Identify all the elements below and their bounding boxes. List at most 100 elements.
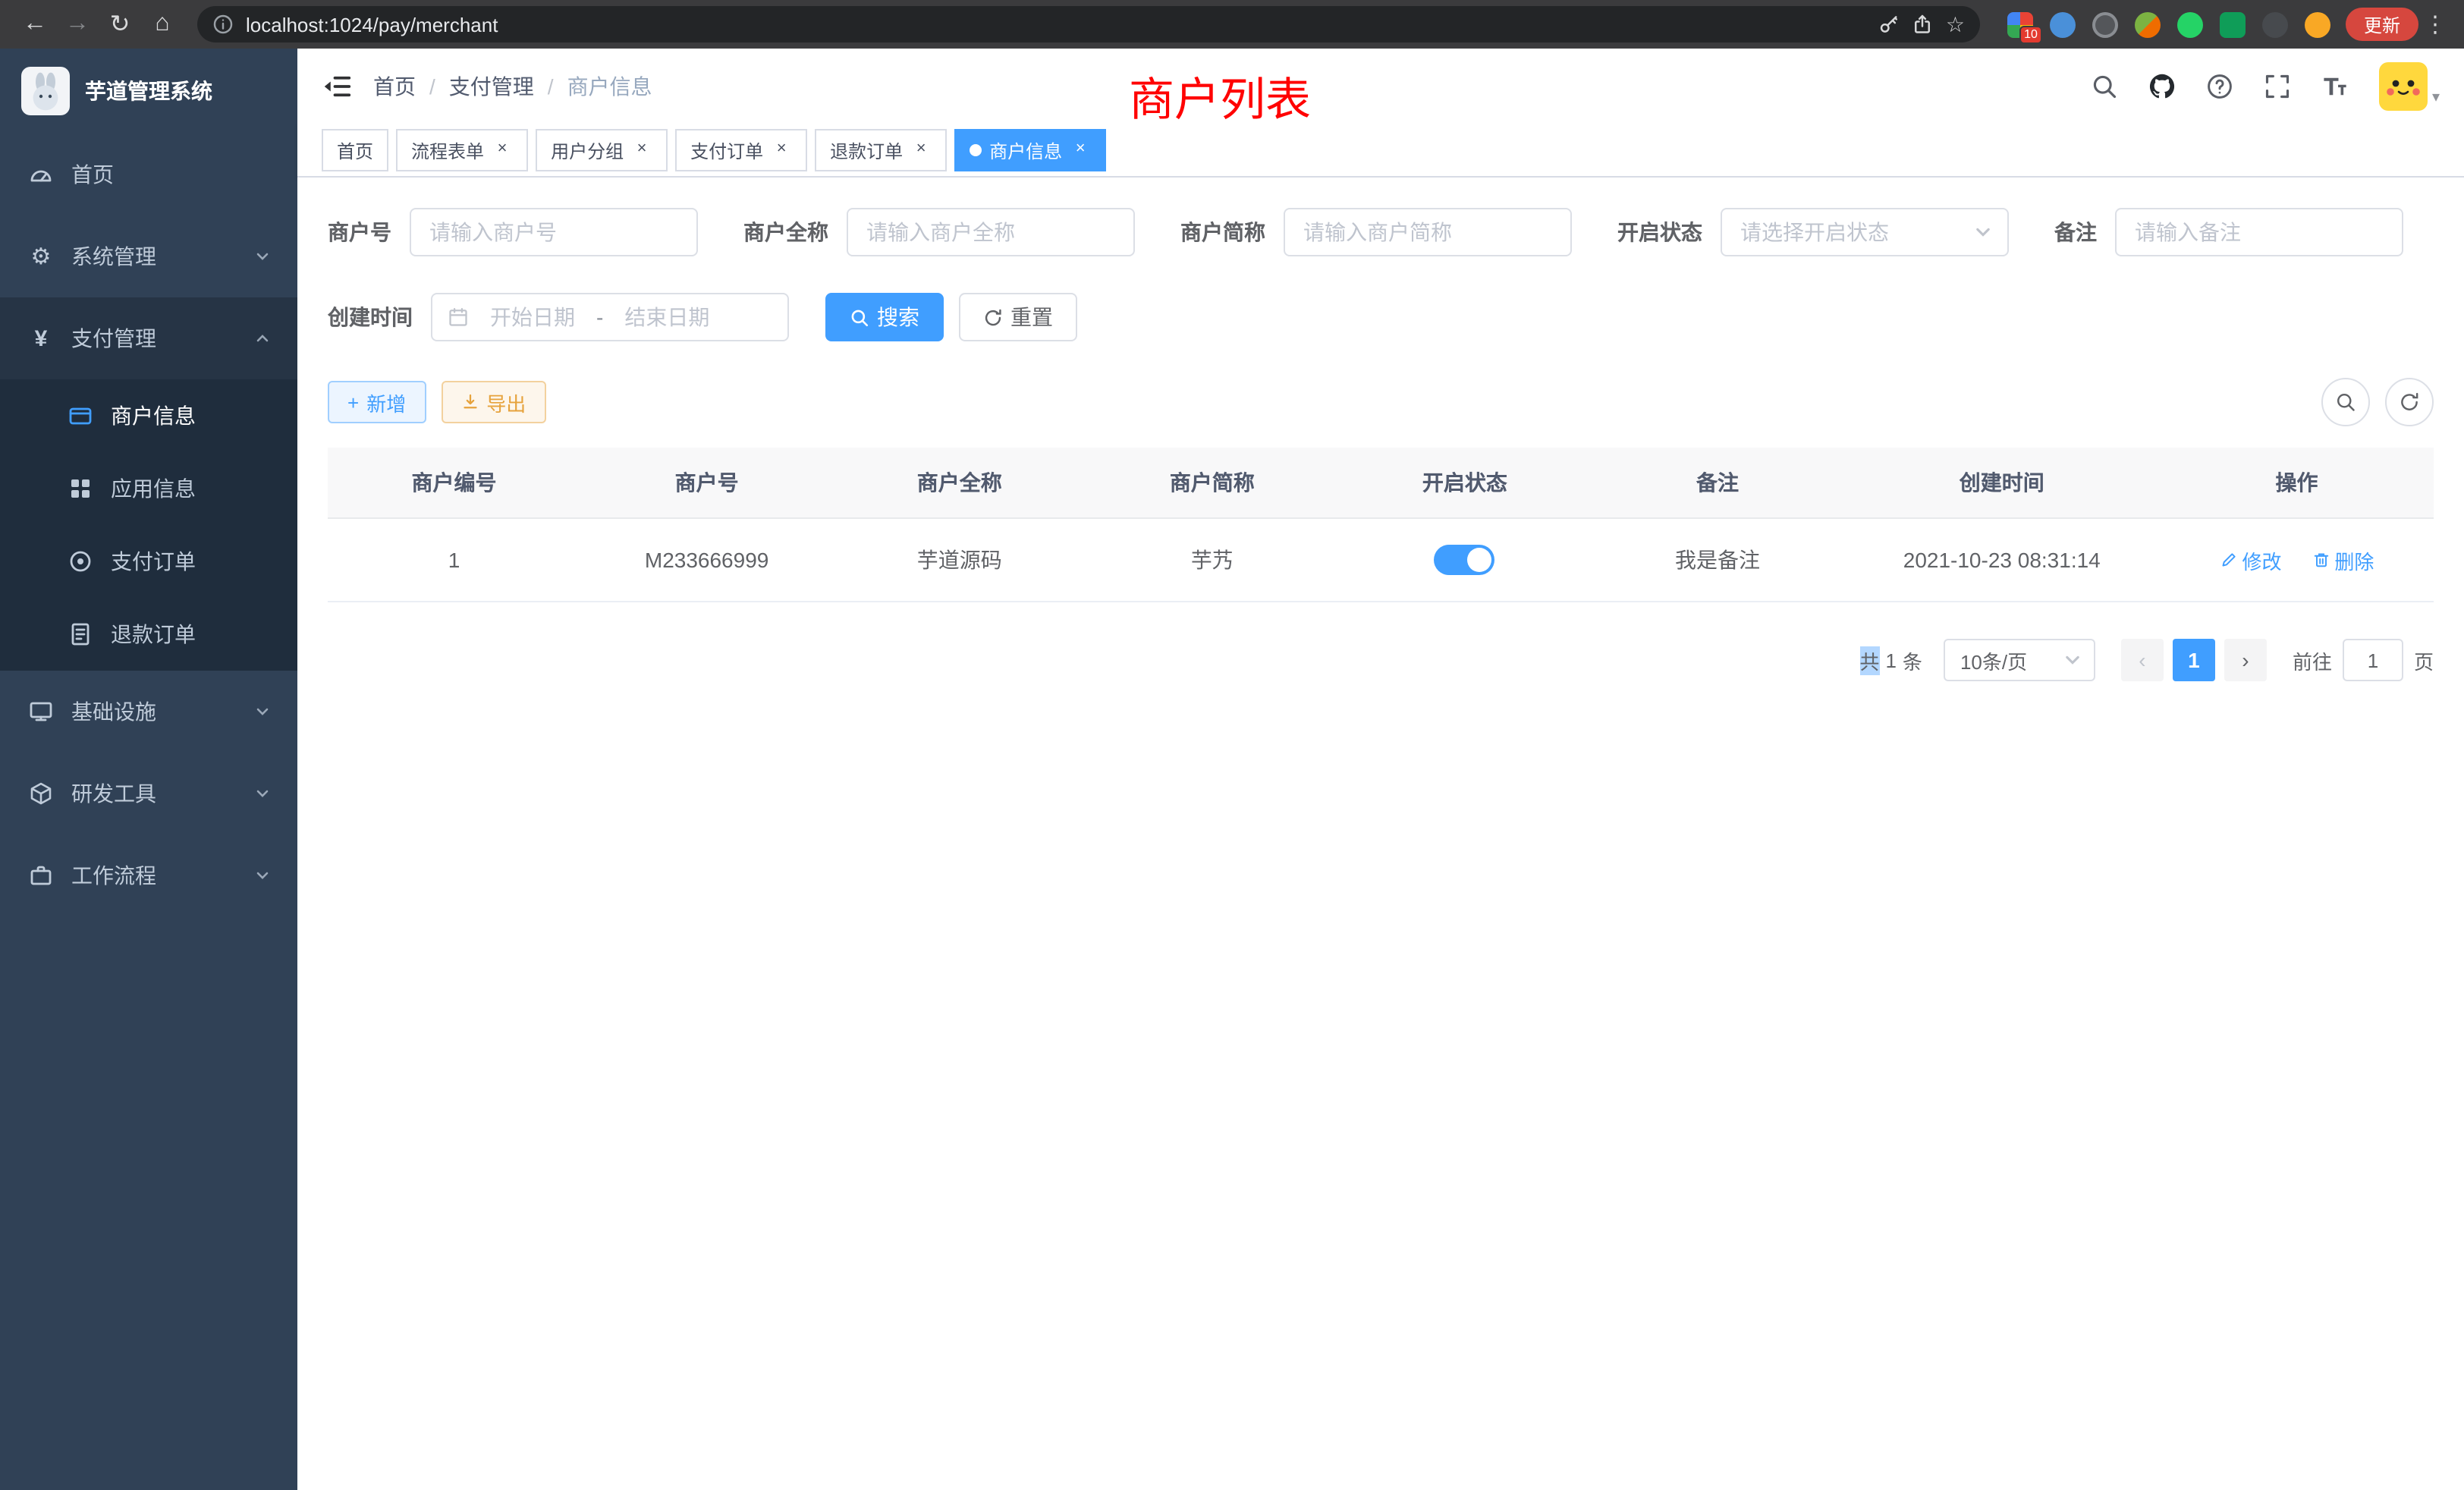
- cell-create-time: 2021-10-23 08:31:14: [1844, 518, 2160, 602]
- page-1-button[interactable]: 1: [2173, 639, 2215, 681]
- font-size-icon[interactable]: [2321, 73, 2349, 100]
- search-button[interactable]: 搜索: [825, 293, 944, 341]
- cell-no: 1: [328, 518, 580, 602]
- home-button[interactable]: ⌂: [143, 11, 182, 38]
- breadcrumb-home[interactable]: 首页: [373, 71, 416, 102]
- sidebar-item-refund-order[interactable]: 退款订单: [0, 598, 297, 671]
- extension-green-icon[interactable]: [2177, 11, 2203, 37]
- chevron-down-icon: [255, 704, 270, 719]
- delete-link[interactable]: 删除: [2312, 545, 2374, 574]
- chevron-up-icon: [255, 331, 270, 346]
- goto-page-input[interactable]: [2343, 639, 2403, 681]
- sidebar-item-infrastructure[interactable]: 基础设施: [0, 671, 297, 753]
- extension-blue-icon[interactable]: [2050, 11, 2076, 37]
- tag-close-icon[interactable]: ×: [1070, 140, 1091, 161]
- sidebar-item-home[interactable]: 首页: [0, 134, 297, 215]
- extension-avatar-icon[interactable]: [2135, 11, 2161, 37]
- sidebar-item-dev-tools[interactable]: 研发工具: [0, 753, 297, 835]
- tag-close-icon[interactable]: ×: [910, 140, 932, 161]
- sidebar-item-merchant-info[interactable]: 商户信息: [0, 379, 297, 452]
- col-header-full-name: 商户全称: [833, 448, 1086, 518]
- github-icon[interactable]: [2148, 73, 2176, 100]
- sidebar-item-pay-order[interactable]: 支付订单: [0, 525, 297, 598]
- help-icon[interactable]: [2206, 73, 2233, 100]
- tag-pay-order[interactable]: 支付订单 ×: [675, 129, 807, 171]
- filter-label: 备注: [2054, 217, 2097, 247]
- status-toggle[interactable]: [1435, 545, 1495, 575]
- bookmark-star-icon[interactable]: ☆: [1946, 11, 1965, 37]
- end-date-input[interactable]: [609, 303, 724, 331]
- cube-icon: [27, 781, 55, 806]
- start-date-input[interactable]: [475, 303, 590, 331]
- refresh-icon: [2399, 391, 2420, 413]
- forward-button[interactable]: →: [58, 11, 97, 38]
- merchant-no-input[interactable]: [410, 208, 698, 256]
- tag-home[interactable]: 首页: [322, 129, 388, 171]
- tag-refund-order[interactable]: 退款订单 ×: [815, 129, 947, 171]
- tag-label: 流程表单: [411, 137, 484, 163]
- filter-status: 开启状态 请选择开启状态: [1617, 208, 2009, 256]
- password-key-icon[interactable]: [1879, 14, 1900, 35]
- tag-user-group[interactable]: 用户分组 ×: [536, 129, 668, 171]
- sidebar-item-workflow[interactable]: 工作流程: [0, 835, 297, 916]
- reset-button[interactable]: 重置: [959, 293, 1077, 341]
- url-bar[interactable]: localhost:1024/pay/merchant ☆: [197, 6, 1980, 42]
- filter-create-time: 创建时间 -: [328, 293, 789, 341]
- site-info-icon[interactable]: [212, 14, 234, 35]
- sidebar-item-payment[interactable]: ¥ 支付管理: [0, 297, 297, 379]
- search-icon[interactable]: [2091, 73, 2118, 100]
- full-name-input[interactable]: [847, 208, 1135, 256]
- navbar-right: ▾: [2091, 62, 2440, 111]
- sidebar-item-app-info[interactable]: 应用信息: [0, 452, 297, 525]
- reload-button[interactable]: ↻: [100, 9, 140, 39]
- user-avatar[interactable]: ▾: [2379, 62, 2440, 111]
- breadcrumb-payment[interactable]: 支付管理: [449, 71, 534, 102]
- share-icon[interactable]: [1912, 14, 1934, 35]
- gear-icon: ⚙: [27, 245, 55, 268]
- extension-dark-icon[interactable]: [2092, 11, 2118, 37]
- status-select[interactable]: 请选择开启状态: [1721, 208, 2009, 256]
- sidebar-item-label: 基础设施: [71, 696, 156, 727]
- calendar-icon: [448, 306, 469, 328]
- main-area: 首页 / 支付管理 / 商户信息 商户列表: [297, 49, 2464, 1490]
- tag-close-icon[interactable]: ×: [771, 140, 792, 161]
- refresh-table-button[interactable]: [2385, 378, 2434, 426]
- tag-close-icon[interactable]: ×: [631, 140, 652, 161]
- tag-merchant-info[interactable]: 商户信息 ×: [954, 129, 1106, 171]
- breadcrumb: 首页 / 支付管理 / 商户信息: [373, 71, 652, 102]
- tag-label: 商户信息: [989, 137, 1062, 163]
- short-name-input[interactable]: [1284, 208, 1572, 256]
- sidebar-menu: 首页 ⚙ 系统管理 ¥ 支付管理: [0, 134, 297, 916]
- sidebar-item-system[interactable]: ⚙ 系统管理: [0, 215, 297, 297]
- export-button[interactable]: 导出: [441, 381, 545, 423]
- prev-page-button[interactable]: ‹: [2121, 639, 2164, 681]
- pagination-goto: 前往 页: [2293, 639, 2434, 681]
- total-count: 1: [1885, 649, 1896, 671]
- col-header-remark: 备注: [1591, 448, 1843, 518]
- page-size-select[interactable]: 10条/页: [1944, 639, 2095, 681]
- back-button[interactable]: ←: [15, 11, 55, 38]
- table-toolbar-right: [2321, 378, 2434, 426]
- browser-update-button[interactable]: 更新: [2346, 8, 2418, 41]
- extensions-puzzle-icon[interactable]: 10: [2007, 11, 2033, 37]
- tag-label: 首页: [337, 137, 373, 163]
- browser-menu-icon[interactable]: ⋮: [2422, 11, 2449, 38]
- app-logo[interactable]: 芋道管理系统: [0, 49, 297, 134]
- profile-avatar-icon[interactable]: [2305, 11, 2330, 37]
- next-page-button[interactable]: ›: [2224, 639, 2267, 681]
- sidebar-fold-icon[interactable]: [322, 71, 352, 102]
- add-button[interactable]: + 新增: [328, 381, 426, 423]
- col-header-no: 商户编号: [328, 448, 580, 518]
- page-annotation-title: 商户列表: [1129, 62, 1311, 129]
- toggle-search-button[interactable]: [2321, 378, 2370, 426]
- extension-doc-icon[interactable]: [2220, 11, 2246, 37]
- remark-input[interactable]: [2115, 208, 2403, 256]
- tag-flow-form[interactable]: 流程表单 ×: [396, 129, 528, 171]
- tag-close-icon[interactable]: ×: [492, 140, 513, 161]
- date-range-picker[interactable]: -: [431, 293, 789, 341]
- edit-link[interactable]: 修改: [2220, 545, 2282, 574]
- app-title: 芋道管理系统: [85, 76, 212, 106]
- page-size-value: 10条/页: [1960, 646, 2027, 674]
- extension-pin-icon[interactable]: [2262, 11, 2288, 37]
- fullscreen-icon[interactable]: [2264, 73, 2291, 100]
